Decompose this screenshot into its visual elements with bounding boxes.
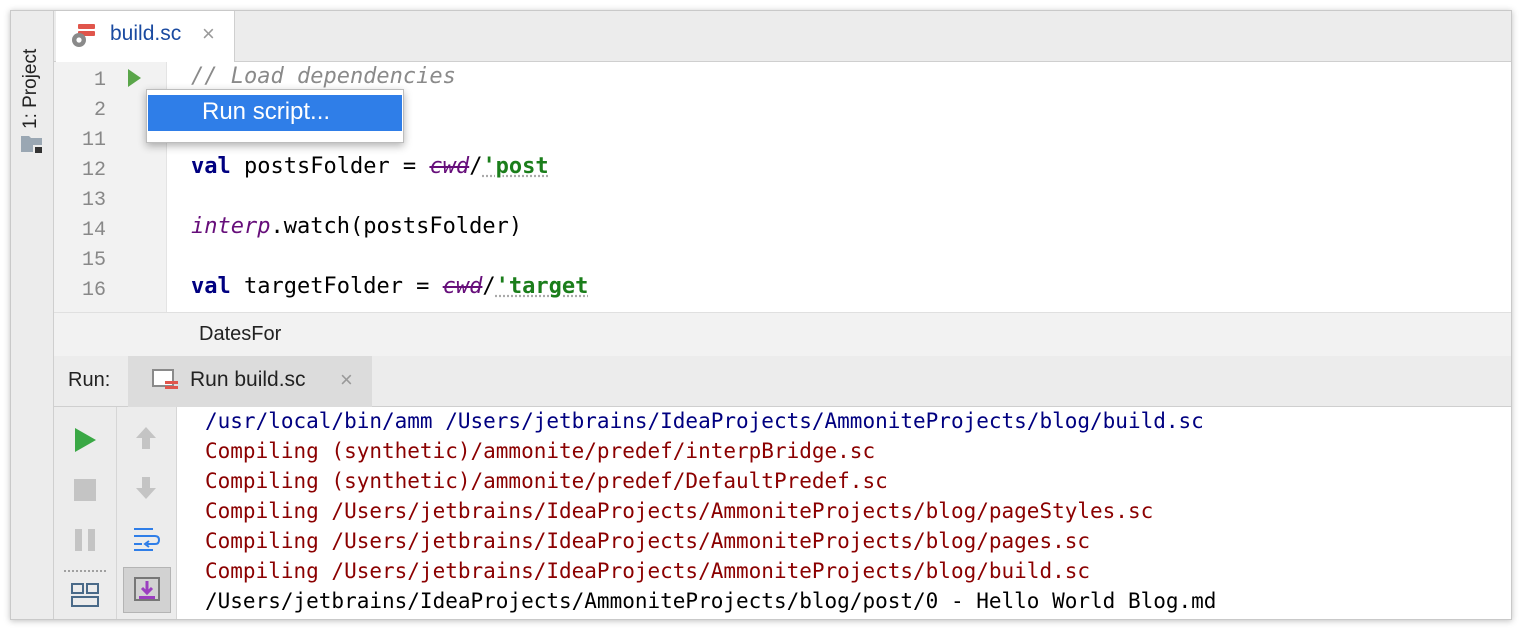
- scala-script-icon: [72, 24, 95, 47]
- close-tab-icon[interactable]: ×: [202, 21, 215, 47]
- breadcrumb: DatesFor: [54, 312, 1511, 358]
- breadcrumb-item[interactable]: DatesFor: [199, 323, 281, 346]
- folder-icon[interactable]: [20, 133, 44, 155]
- console-output[interactable]: /usr/local/bin/amm /Users/jetbrains/Idea…: [177, 407, 1511, 619]
- run-panel-label: Run:: [68, 369, 111, 391]
- down-arrow-icon[interactable]: [131, 473, 161, 503]
- line-number: 14: [81, 219, 106, 242]
- code-line-1: // Load dependencies: [191, 64, 456, 89]
- console-line: /usr/local/bin/amm /Users/jetbrains/Idea…: [205, 409, 1204, 433]
- pause-icon[interactable]: [70, 525, 100, 555]
- console-line: Compiling (synthetic)/ammonite/predef/De…: [205, 469, 888, 493]
- console-toolbar: [117, 407, 177, 619]
- layout-icon[interactable]: [70, 581, 100, 611]
- code-line-16: val targetFolder = cwd/'target: [191, 274, 589, 299]
- rerun-icon[interactable]: [70, 425, 100, 455]
- toolbar-separator: [64, 570, 106, 572]
- up-arrow-icon[interactable]: [131, 423, 161, 453]
- stop-icon[interactable]: [70, 475, 100, 505]
- left-tool-strip: 1: Project: [11, 11, 54, 619]
- project-tool-button[interactable]: 1: Project: [20, 29, 42, 129]
- console-line: Compiling /Users/jetbrains/IdeaProjects/…: [205, 559, 1091, 583]
- tab-label: build.sc: [110, 22, 182, 45]
- run-gutter-icon[interactable]: [128, 69, 141, 87]
- run-toolbar: [54, 407, 117, 619]
- console-line: /Users/jetbrains/IdeaProjects/AmmonitePr…: [205, 589, 1217, 613]
- tab-run-build-sc[interactable]: Run build.sc ×: [128, 356, 372, 407]
- line-number: 16: [81, 279, 106, 302]
- line-number: 11: [81, 129, 106, 152]
- scroll-to-end-icon: [134, 577, 160, 601]
- run-popup-menu: Run script...: [146, 89, 404, 143]
- scroll-to-end-button[interactable]: [123, 567, 171, 613]
- console-line: Compiling (synthetic)/ammonite/predef/in…: [205, 439, 876, 463]
- code-line-14: interp.watch(postsFolder): [191, 214, 523, 239]
- project-tool-label: 1: Project: [20, 48, 41, 129]
- console-line: Compiling /Users/jetbrains/IdeaProjects/…: [205, 529, 1091, 553]
- code-line-12: val postsFolder = cwd/'post: [191, 154, 549, 179]
- line-number: 2: [93, 99, 106, 122]
- tab-build-sc[interactable]: build.sc ×: [56, 11, 235, 62]
- close-run-tab-icon[interactable]: ×: [340, 367, 353, 393]
- run-tab-label: Run build.sc: [190, 368, 306, 391]
- run-script-label: Run script...: [202, 98, 331, 125]
- soft-wrap-icon[interactable]: [131, 523, 161, 553]
- run-panel-header: Run: Run build.sc ×: [54, 356, 1511, 407]
- line-number: 1: [93, 69, 106, 92]
- run-config-icon: [152, 369, 178, 389]
- run-script-menu-item[interactable]: Run script...: [148, 95, 402, 131]
- line-number: 13: [81, 189, 106, 212]
- line-number: 15: [81, 249, 106, 272]
- console-line: Compiling /Users/jetbrains/IdeaProjects/…: [205, 499, 1154, 523]
- ide-window: 1: Project build.sc × 1 2 11 12 13 14 15 16 // …: [10, 10, 1512, 620]
- line-number: 12: [81, 159, 106, 182]
- editor-tab-bar: build.sc ×: [54, 11, 1511, 62]
